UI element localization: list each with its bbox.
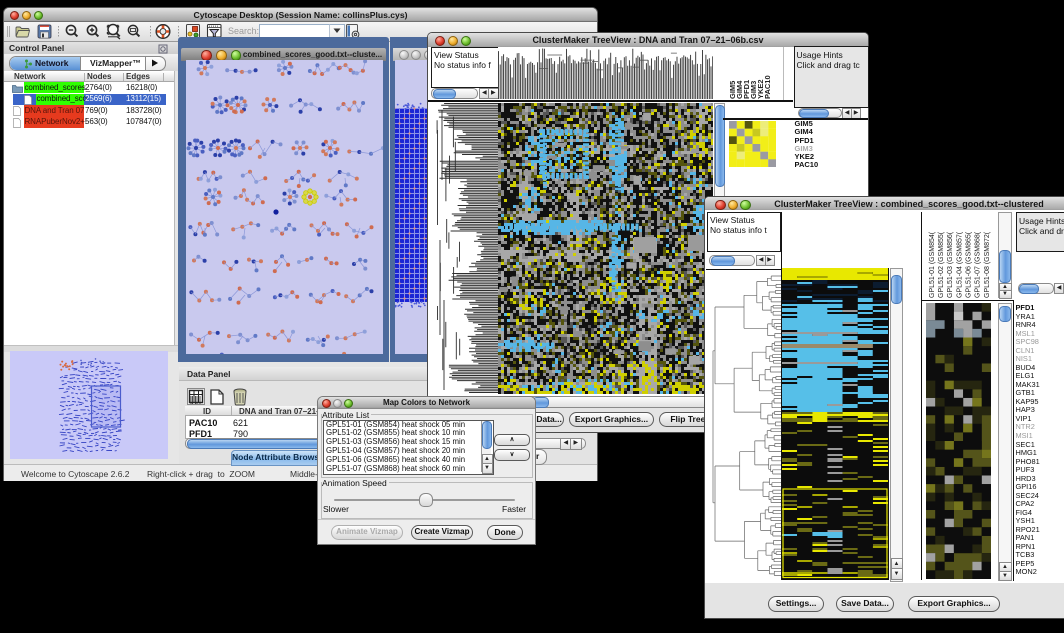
svg-text:GPL51-01 (GSM854(: GPL51-01 (GSM854( [929, 231, 936, 298]
svg-text:GPL51-04 (GSM857(: GPL51-04 (GSM857( [957, 231, 964, 298]
svg-text:GPL51-06 (GSM865(: GPL51-06 (GSM865( [966, 231, 973, 298]
svg-text:GPL51-02 (GSM855(: GPL51-02 (GSM855( [938, 231, 945, 298]
svg-text:GPL51-08 (GSM872(: GPL51-08 (GSM872( [984, 231, 991, 298]
svg-text:GPL51-03 (GSM856(: GPL51-03 (GSM856( [947, 231, 954, 298]
svg-text:GPL51-07 (GSM868(: GPL51-07 (GSM868( [975, 231, 982, 298]
svg-text:PAC10: PAC10 [763, 75, 772, 99]
